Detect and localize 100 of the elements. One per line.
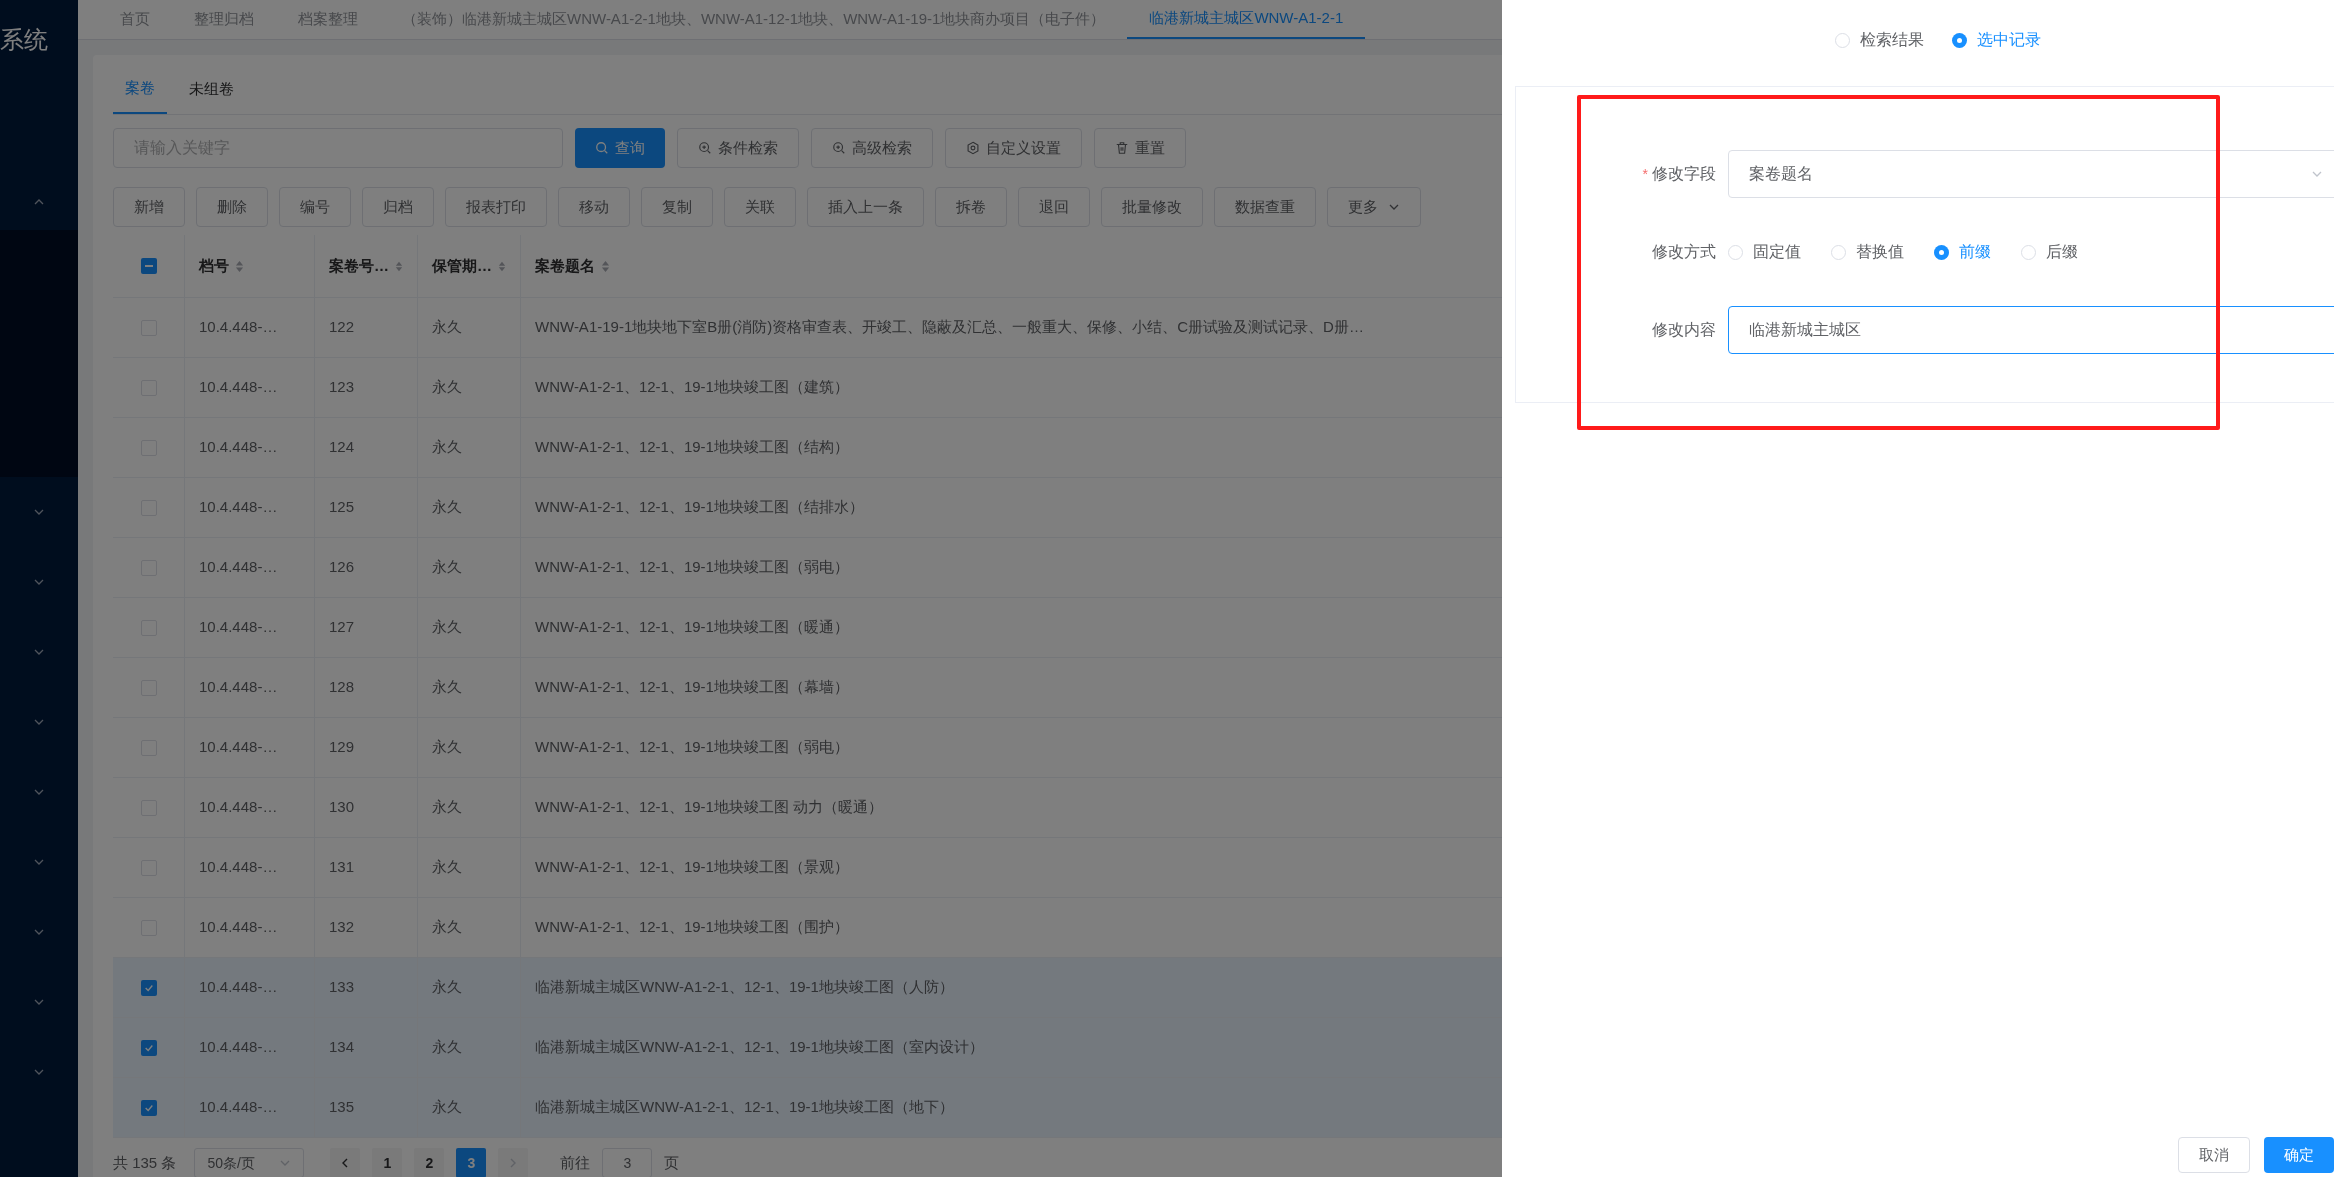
sub-tab[interactable]: 案卷 bbox=[113, 65, 167, 114]
table-cell-text: 125 bbox=[329, 497, 355, 518]
check-icon bbox=[143, 1042, 154, 1053]
row-checkbox[interactable] bbox=[140, 1039, 157, 1056]
table-cell-text: 临港新城主城区WNW-A1-2-1、12-1、19-1地块竣工图（人防） bbox=[535, 977, 954, 998]
radio-option[interactable]: 后缀 bbox=[2021, 240, 2078, 264]
sort-icon[interactable] bbox=[601, 259, 610, 273]
zoom-in-icon bbox=[698, 141, 712, 155]
goto-page-field[interactable]: 3 bbox=[602, 1148, 653, 1177]
table-cell-text: 126 bbox=[329, 557, 355, 578]
table-cell-text: 134 bbox=[329, 1037, 355, 1058]
table-cell-text: 135 bbox=[329, 1097, 355, 1118]
sort-icon[interactable] bbox=[395, 259, 403, 273]
toolbar-button[interactable]: 编号 bbox=[279, 187, 351, 227]
table-cell-text: 永久 bbox=[432, 437, 462, 458]
table-cell-text: 129 bbox=[329, 737, 355, 758]
table-cell-text: 永久 bbox=[432, 1037, 462, 1058]
table-cell-text: 10.4.448-… bbox=[199, 437, 278, 458]
table-cell-text: 永久 bbox=[432, 737, 462, 758]
table-cell-text: WNW-A1-2-1、12-1、19-1地块竣工图（暖通） bbox=[535, 617, 849, 638]
sub-tab[interactable]: 未组卷 bbox=[177, 65, 246, 114]
content-field[interactable]: 临港新城主城区 bbox=[1728, 306, 2334, 354]
table-cell-text: WNW-A1-2-1、12-1、19-1地块竣工图（围护） bbox=[535, 917, 849, 938]
radio-option[interactable]: 替换值 bbox=[1831, 240, 1904, 264]
table-cell-text: 永久 bbox=[432, 377, 462, 398]
search-button[interactable]: 条件检索 bbox=[677, 128, 799, 168]
toolbar-button[interactable]: 退回 bbox=[1018, 187, 1090, 227]
radio-option[interactable]: 选中记录 bbox=[1952, 28, 2041, 52]
radio-option[interactable]: 前缀 bbox=[1934, 240, 1991, 264]
required-mark: * bbox=[1642, 164, 1648, 184]
table-cell-text: 10.4.448-… bbox=[199, 917, 278, 938]
sort-icon[interactable] bbox=[498, 259, 506, 273]
table-cell-text: 永久 bbox=[432, 917, 462, 938]
page-tab[interactable]: 临港新城主城区WNW-A1-2-1 bbox=[1127, 0, 1366, 39]
search-button[interactable]: 重置 bbox=[1094, 128, 1186, 168]
table-cell-text: 10.4.448-… bbox=[199, 1097, 278, 1118]
page-size-select[interactable]: 50条/页 bbox=[194, 1148, 305, 1177]
table-cell-text: 10.4.448-… bbox=[199, 797, 278, 818]
toolbar-button[interactable]: 插入上一条 bbox=[807, 187, 924, 227]
prev-page-button[interactable] bbox=[330, 1148, 361, 1177]
check-icon bbox=[143, 982, 154, 993]
toolbar-button[interactable]: 移动 bbox=[558, 187, 630, 227]
table-cell-text: 永久 bbox=[432, 677, 462, 698]
table-cell-text: WNW-A1-2-1、12-1、19-1地块竣工图 动力（暖通） bbox=[535, 797, 884, 818]
table-cell-text: 10.4.448-… bbox=[199, 977, 278, 998]
table-cell-text: 永久 bbox=[432, 497, 462, 518]
radio-option[interactable]: 固定值 bbox=[1728, 240, 1801, 264]
page-button[interactable]: 2 bbox=[414, 1148, 445, 1177]
toolbar-button[interactable]: 报表打印 bbox=[445, 187, 547, 227]
field-select[interactable]: 案卷题名 bbox=[1728, 150, 2334, 198]
table-cell-text: 10.4.448-… bbox=[199, 377, 278, 398]
table-cell-text: 127 bbox=[329, 617, 355, 638]
table-cell-text: 10.4.448-… bbox=[199, 857, 278, 878]
row-checkbox[interactable] bbox=[140, 1099, 157, 1116]
total-count: 共 135 条 bbox=[113, 1152, 177, 1173]
toolbar-button[interactable]: 批量修改 bbox=[1101, 187, 1203, 227]
search-button[interactable]: 高级检索 bbox=[811, 128, 933, 168]
toolbar-button[interactable]: 归档 bbox=[362, 187, 434, 227]
row-checkbox[interactable] bbox=[140, 979, 157, 996]
toolbar-button[interactable]: 复制 bbox=[641, 187, 713, 227]
column-header[interactable]: 档号 bbox=[199, 254, 229, 278]
toolbar-button[interactable]: 拆卷 bbox=[935, 187, 1007, 227]
drawer-button[interactable]: 取消 bbox=[2178, 1137, 2250, 1173]
column-header[interactable]: 案卷题名 bbox=[535, 254, 595, 278]
toolbar-button[interactable]: 新增 bbox=[113, 187, 185, 227]
trash-icon bbox=[1115, 141, 1129, 155]
zoom-in-icon bbox=[832, 141, 846, 155]
table-cell-text: 10.4.448-… bbox=[199, 677, 278, 698]
table-cell-text: 132 bbox=[329, 917, 355, 938]
toolbar-button[interactable]: 关联 bbox=[724, 187, 796, 227]
column-header[interactable]: 保管期… bbox=[432, 254, 492, 278]
page-button[interactable]: 3 bbox=[456, 1148, 487, 1177]
form-label: 修改字段 bbox=[1652, 164, 1716, 184]
table-cell-text: 永久 bbox=[432, 317, 462, 338]
next-page-button[interactable] bbox=[498, 1148, 529, 1177]
toolbar-button[interactable]: 更多 bbox=[1327, 187, 1421, 227]
table-cell-text: 永久 bbox=[432, 977, 462, 998]
toolbar-button[interactable]: 数据查重 bbox=[1214, 187, 1316, 227]
table-cell-text: WNW-A1-2-1、12-1、19-1地块竣工图（结构） bbox=[535, 437, 849, 458]
search-button[interactable]: 自定义设置 bbox=[945, 128, 1082, 168]
table-cell-text: 临港新城主城区WNW-A1-2-1、12-1、19-1地块竣工图（地下） bbox=[535, 1097, 954, 1118]
select-all-checkbox[interactable] bbox=[140, 258, 157, 274]
table-cell-text: 永久 bbox=[432, 557, 462, 578]
toolbar-button[interactable]: 删除 bbox=[196, 187, 268, 227]
drawer-button[interactable]: 确定 bbox=[2264, 1137, 2334, 1173]
table-cell-text: 10.4.448-… bbox=[199, 1037, 278, 1058]
table-cell-text: 122 bbox=[329, 317, 355, 338]
gear-icon bbox=[966, 141, 980, 155]
table-cell-text: 131 bbox=[329, 857, 355, 878]
table-cell-text: WNW-A1-2-1、12-1、19-1地块竣工图（弱电） bbox=[535, 557, 849, 578]
sort-icon[interactable] bbox=[235, 259, 244, 273]
column-header[interactable]: 案卷号… bbox=[329, 254, 389, 278]
table-cell-text: 133 bbox=[329, 977, 355, 998]
search-button[interactable]: 查询 bbox=[575, 128, 665, 168]
table-cell-text: 123 bbox=[329, 377, 355, 398]
page-button[interactable]: 1 bbox=[372, 1148, 403, 1177]
goto-suffix: 页 bbox=[664, 1152, 680, 1173]
radio-option[interactable]: 检索结果 bbox=[1835, 28, 1924, 52]
goto-label: 前往 bbox=[560, 1152, 591, 1173]
table-cell-text: WNW-A1-2-1、12-1、19-1地块竣工图（弱电） bbox=[535, 737, 849, 758]
